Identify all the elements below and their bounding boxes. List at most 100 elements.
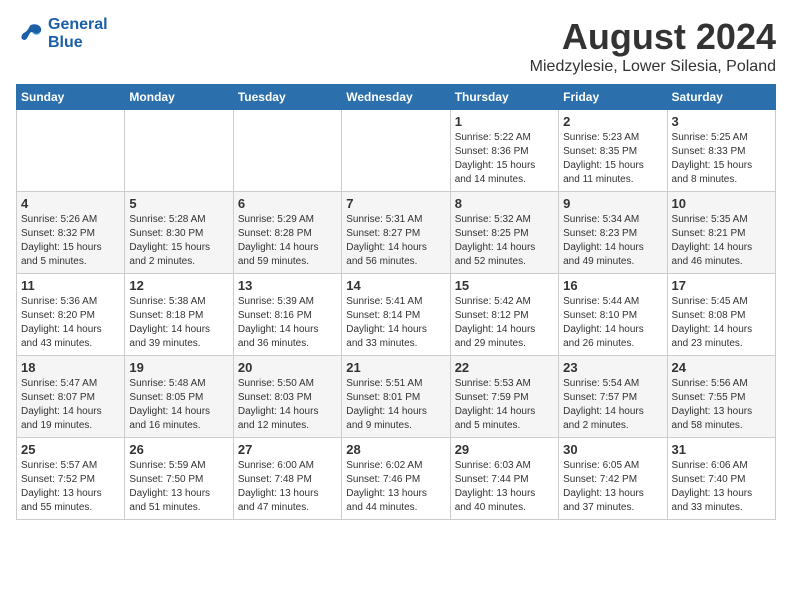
day-info: Sunrise: 5:29 AM Sunset: 8:28 PM Dayligh… (238, 213, 337, 269)
calendar-cell: 29 Sunrise: 6:03 AM Sunset: 7:44 PM Dayli… (450, 438, 558, 520)
day-info: Sunrise: 5:31 AM Sunset: 8:27 PM Dayligh… (346, 213, 445, 269)
day-number: 21 (346, 360, 445, 375)
calendar-table: SundayMondayTuesdayWednesdayThursdayFrid… (16, 84, 776, 520)
day-info: Sunrise: 5:26 AM Sunset: 8:32 PM Dayligh… (21, 213, 120, 269)
day-info: Sunrise: 5:48 AM Sunset: 8:05 PM Dayligh… (129, 377, 228, 433)
calendar-cell: 17 Sunrise: 5:45 AM Sunset: 8:08 PM Dayli… (667, 274, 775, 356)
day-number: 18 (21, 360, 120, 375)
day-info: Sunrise: 6:05 AM Sunset: 7:42 PM Dayligh… (563, 459, 662, 515)
calendar-cell (17, 110, 125, 192)
calendar-cell: 15 Sunrise: 5:42 AM Sunset: 8:12 PM Dayli… (450, 274, 558, 356)
day-info: Sunrise: 6:02 AM Sunset: 7:46 PM Dayligh… (346, 459, 445, 515)
day-number: 2 (563, 114, 662, 129)
calendar-cell: 10 Sunrise: 5:35 AM Sunset: 8:21 PM Dayli… (667, 192, 775, 274)
day-info: Sunrise: 5:57 AM Sunset: 7:52 PM Dayligh… (21, 459, 120, 515)
calendar-cell: 2 Sunrise: 5:23 AM Sunset: 8:35 PM Daylig… (559, 110, 667, 192)
calendar-cell: 23 Sunrise: 5:54 AM Sunset: 7:57 PM Dayli… (559, 356, 667, 438)
day-number: 28 (346, 442, 445, 457)
day-info: Sunrise: 5:41 AM Sunset: 8:14 PM Dayligh… (346, 295, 445, 351)
weekday-header-sunday: Sunday (17, 85, 125, 110)
day-info: Sunrise: 5:56 AM Sunset: 7:55 PM Dayligh… (672, 377, 771, 433)
day-number: 14 (346, 278, 445, 293)
day-number: 31 (672, 442, 771, 457)
calendar-cell: 3 Sunrise: 5:25 AM Sunset: 8:33 PM Daylig… (667, 110, 775, 192)
page-subtitle: Miedzylesie, Lower Silesia, Poland (530, 58, 776, 76)
weekday-header-tuesday: Tuesday (233, 85, 341, 110)
calendar-cell (125, 110, 233, 192)
day-info: Sunrise: 6:03 AM Sunset: 7:44 PM Dayligh… (455, 459, 554, 515)
page-title: August 2024 (530, 16, 776, 58)
calendar-cell: 14 Sunrise: 5:41 AM Sunset: 8:14 PM Dayli… (342, 274, 450, 356)
logo-line2: Blue (48, 34, 108, 52)
calendar-cell: 27 Sunrise: 6:00 AM Sunset: 7:48 PM Dayli… (233, 438, 341, 520)
day-number: 9 (563, 196, 662, 211)
day-number: 1 (455, 114, 554, 129)
day-number: 8 (455, 196, 554, 211)
day-number: 3 (672, 114, 771, 129)
day-info: Sunrise: 5:42 AM Sunset: 8:12 PM Dayligh… (455, 295, 554, 351)
day-number: 20 (238, 360, 337, 375)
day-number: 24 (672, 360, 771, 375)
day-info: Sunrise: 5:23 AM Sunset: 8:35 PM Dayligh… (563, 131, 662, 187)
day-number: 12 (129, 278, 228, 293)
day-number: 6 (238, 196, 337, 211)
day-number: 5 (129, 196, 228, 211)
calendar-cell: 12 Sunrise: 5:38 AM Sunset: 8:18 PM Dayli… (125, 274, 233, 356)
day-info: Sunrise: 5:54 AM Sunset: 7:57 PM Dayligh… (563, 377, 662, 433)
calendar-cell: 18 Sunrise: 5:47 AM Sunset: 8:07 PM Dayli… (17, 356, 125, 438)
calendar-cell: 6 Sunrise: 5:29 AM Sunset: 8:28 PM Daylig… (233, 192, 341, 274)
calendar-cell: 31 Sunrise: 6:06 AM Sunset: 7:40 PM Dayli… (667, 438, 775, 520)
calendar-cell: 28 Sunrise: 6:02 AM Sunset: 7:46 PM Dayli… (342, 438, 450, 520)
day-info: Sunrise: 5:28 AM Sunset: 8:30 PM Dayligh… (129, 213, 228, 269)
day-info: Sunrise: 5:22 AM Sunset: 8:36 PM Dayligh… (455, 131, 554, 187)
logo: General Blue (16, 16, 108, 51)
calendar-cell: 30 Sunrise: 6:05 AM Sunset: 7:42 PM Dayli… (559, 438, 667, 520)
day-info: Sunrise: 6:00 AM Sunset: 7:48 PM Dayligh… (238, 459, 337, 515)
weekday-header-friday: Friday (559, 85, 667, 110)
day-number: 7 (346, 196, 445, 211)
day-number: 30 (563, 442, 662, 457)
day-number: 17 (672, 278, 771, 293)
calendar-cell: 24 Sunrise: 5:56 AM Sunset: 7:55 PM Dayli… (667, 356, 775, 438)
calendar-cell: 9 Sunrise: 5:34 AM Sunset: 8:23 PM Daylig… (559, 192, 667, 274)
calendar-cell: 1 Sunrise: 5:22 AM Sunset: 8:36 PM Daylig… (450, 110, 558, 192)
day-number: 26 (129, 442, 228, 457)
day-number: 29 (455, 442, 554, 457)
day-number: 13 (238, 278, 337, 293)
day-info: Sunrise: 5:32 AM Sunset: 8:25 PM Dayligh… (455, 213, 554, 269)
day-info: Sunrise: 5:53 AM Sunset: 7:59 PM Dayligh… (455, 377, 554, 433)
day-number: 23 (563, 360, 662, 375)
day-info: Sunrise: 5:59 AM Sunset: 7:50 PM Dayligh… (129, 459, 228, 515)
calendar-cell: 25 Sunrise: 5:57 AM Sunset: 7:52 PM Dayli… (17, 438, 125, 520)
day-number: 11 (21, 278, 120, 293)
day-number: 4 (21, 196, 120, 211)
weekday-header-saturday: Saturday (667, 85, 775, 110)
calendar-cell: 22 Sunrise: 5:53 AM Sunset: 7:59 PM Dayli… (450, 356, 558, 438)
calendar-cell: 16Sunrise: 5:44 AM Sunset: 8:10 PM Dayli… (559, 274, 667, 356)
day-number: 16 (563, 278, 662, 293)
calendar-cell: 19 Sunrise: 5:48 AM Sunset: 8:05 PM Dayli… (125, 356, 233, 438)
day-info: Sunrise: 5:35 AM Sunset: 8:21 PM Dayligh… (672, 213, 771, 269)
day-number: 10 (672, 196, 771, 211)
calendar-cell: 4 Sunrise: 5:26 AM Sunset: 8:32 PM Daylig… (17, 192, 125, 274)
day-info: Sunrise: 5:50 AM Sunset: 8:03 PM Dayligh… (238, 377, 337, 433)
day-info: Sunrise: 5:34 AM Sunset: 8:23 PM Dayligh… (563, 213, 662, 269)
logo-line1: General (48, 16, 108, 34)
calendar-cell: 20 Sunrise: 5:50 AM Sunset: 8:03 PM Dayli… (233, 356, 341, 438)
day-info: Sunrise: 5:38 AM Sunset: 8:18 PM Dayligh… (129, 295, 228, 351)
day-number: 25 (21, 442, 120, 457)
calendar-cell (342, 110, 450, 192)
calendar-cell: 13 Sunrise: 5:39 AM Sunset: 8:16 PM Dayli… (233, 274, 341, 356)
day-info: Sunrise: 5:51 AM Sunset: 8:01 PM Dayligh… (346, 377, 445, 433)
logo-icon (16, 20, 44, 48)
day-info: Sunrise: 5:25 AM Sunset: 8:33 PM Dayligh… (672, 131, 771, 187)
day-info: Sunrise: 6:06 AM Sunset: 7:40 PM Dayligh… (672, 459, 771, 515)
day-number: 15 (455, 278, 554, 293)
day-number: 22 (455, 360, 554, 375)
calendar-cell: 26 Sunrise: 5:59 AM Sunset: 7:50 PM Dayli… (125, 438, 233, 520)
day-info: Sunrise: 5:47 AM Sunset: 8:07 PM Dayligh… (21, 377, 120, 433)
day-info: Sunrise: 5:45 AM Sunset: 8:08 PM Dayligh… (672, 295, 771, 351)
day-number: 27 (238, 442, 337, 457)
day-info: Sunrise: 5:39 AM Sunset: 8:16 PM Dayligh… (238, 295, 337, 351)
day-number: 19 (129, 360, 228, 375)
